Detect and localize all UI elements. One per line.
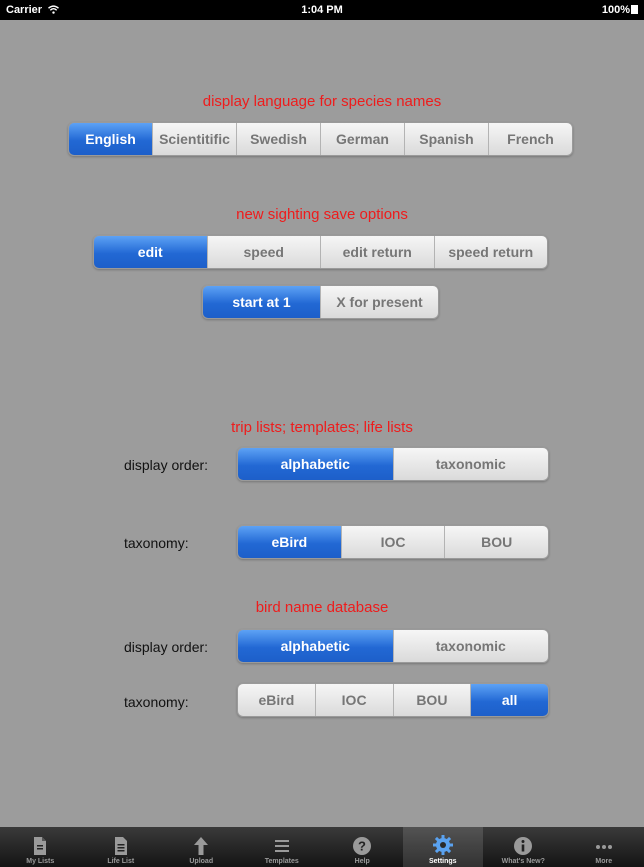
db-display-order-segmented-control[interactable]: alphabetic taxonomic <box>237 629 549 663</box>
trip-taxonomy-ebird[interactable]: eBird <box>238 526 342 558</box>
tab-bar: My Lists Life List Upload Templates ? He… <box>0 827 644 867</box>
tab-label: My Lists <box>26 858 55 865</box>
tab-label: Templates <box>264 858 299 865</box>
db-section-title: bird name database <box>255 599 389 616</box>
db-order-taxonomic[interactable]: taxonomic <box>393 630 548 662</box>
trip-order-taxonomic[interactable]: taxonomic <box>393 448 548 480</box>
tab-whats-new[interactable]: What's New? <box>483 827 564 867</box>
tab-my-lists[interactable]: My Lists <box>0 827 81 867</box>
tab-label: Settings <box>428 858 457 865</box>
trip-taxonomy-label: taxonomy: <box>124 535 189 551</box>
svg-text:?: ? <box>358 839 366 854</box>
db-taxonomy-ioc[interactable]: IOC <box>315 684 394 716</box>
language-section-title: display language for species names <box>202 93 442 110</box>
language-english[interactable]: English <box>69 123 153 155</box>
save-mode-segmented-control[interactable]: edit speed edit return speed return <box>93 235 548 269</box>
count-x-for-present[interactable]: X for present <box>321 286 438 318</box>
db-taxonomy-segmented-control[interactable]: eBird IOC BOU all <box>237 683 549 717</box>
count-start-at-1[interactable]: start at 1 <box>203 286 321 318</box>
tab-label: Help <box>354 858 370 865</box>
language-segmented-control[interactable]: English Scientitific Swedish German Span… <box>68 122 573 156</box>
trip-section-title: trip lists; templates; life lists <box>231 419 413 436</box>
trip-taxonomy-bou[interactable]: BOU <box>445 526 548 558</box>
language-spanish[interactable]: Spanish <box>405 123 489 155</box>
tab-templates[interactable]: Templates <box>242 827 323 867</box>
tab-help[interactable]: ? Help <box>322 827 403 867</box>
db-taxonomy-ebird[interactable]: eBird <box>238 684 316 716</box>
trip-display-order-label: display order: <box>124 457 209 473</box>
tab-label: Life List <box>107 858 135 865</box>
life-list-icon <box>114 837 127 855</box>
battery-indicator: 100% <box>602 4 638 16</box>
tab-upload[interactable]: Upload <box>161 827 242 867</box>
language-german[interactable]: German <box>321 123 405 155</box>
save-section-title: new sighting save options <box>236 206 408 223</box>
battery-label: 100% <box>601 4 630 16</box>
upload-icon <box>194 837 209 855</box>
db-taxonomy-bou[interactable]: BOU <box>393 684 472 716</box>
db-order-alphabetic[interactable]: alphabetic <box>238 630 394 662</box>
status-time: 1:04 PM <box>301 4 343 16</box>
language-french[interactable]: French <box>489 123 572 155</box>
tab-settings[interactable]: Settings <box>402 827 483 867</box>
save-edit[interactable]: edit <box>94 236 208 268</box>
tab-label: Upload <box>189 858 214 865</box>
db-display-order-label: display order: <box>124 639 209 655</box>
db-taxonomy-all[interactable]: all <box>471 684 548 716</box>
trip-order-alphabetic[interactable]: alphabetic <box>238 448 394 480</box>
save-speed[interactable]: speed <box>207 236 321 268</box>
save-speed-return[interactable]: speed return <box>434 236 547 268</box>
tab-more[interactable]: More <box>564 827 644 867</box>
trip-taxonomy-segmented-control[interactable]: eBird IOC BOU <box>237 525 549 559</box>
tab-life-list[interactable]: Life List <box>81 827 162 867</box>
db-taxonomy-label: taxonomy: <box>124 694 189 710</box>
trip-display-order-segmented-control[interactable]: alphabetic taxonomic <box>237 447 549 481</box>
language-swedish[interactable]: Swedish <box>237 123 321 155</box>
battery-icon <box>631 5 638 14</box>
settings-icon <box>432 835 453 855</box>
trip-taxonomy-ioc[interactable]: IOC <box>341 526 446 558</box>
save-edit-return[interactable]: edit return <box>321 236 435 268</box>
whats-new-icon <box>514 837 533 855</box>
help-icon: ? <box>353 837 372 855</box>
count-start-segmented-control[interactable]: start at 1 X for present <box>202 285 439 319</box>
more-icon <box>595 845 612 849</box>
tab-label: What's New? <box>501 858 545 865</box>
my-lists-icon <box>34 837 47 855</box>
status-bar: Carrier 1:04 PM 100% <box>0 0 644 20</box>
templates-icon <box>274 840 289 852</box>
tab-label: More <box>595 858 613 865</box>
language-scientific[interactable]: Scientitific <box>153 123 237 155</box>
